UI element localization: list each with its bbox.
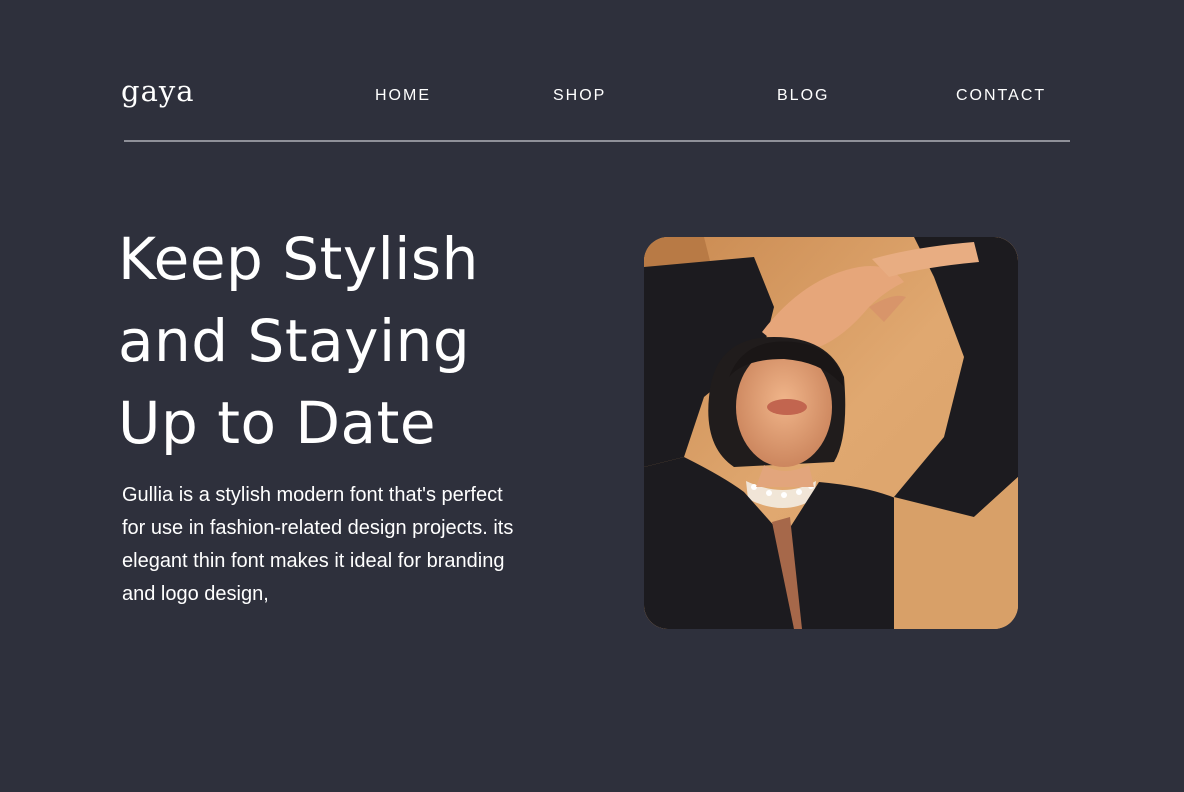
hero-description: Gullia is a stylish modern font that's p… bbox=[122, 484, 514, 605]
nav-blog-link[interactable]: BLOG bbox=[777, 86, 829, 106]
logo[interactable]: gaya bbox=[121, 74, 195, 108]
hero-title: Keep Stylish and Staying Up to Date bbox=[118, 218, 598, 464]
hero-photo bbox=[644, 237, 1018, 629]
hero-title-line-1: Keep Stylish bbox=[118, 225, 479, 293]
hero-title-line-2: and Staying bbox=[118, 307, 471, 375]
hero-title-line-3: Up to Date bbox=[118, 389, 436, 457]
nav-home-link[interactable]: HOME bbox=[375, 86, 431, 106]
nav-contact-link[interactable]: CONTACT bbox=[956, 86, 1046, 106]
nav-shop-link[interactable]: SHOP bbox=[553, 86, 606, 106]
header-divider bbox=[124, 140, 1070, 142]
